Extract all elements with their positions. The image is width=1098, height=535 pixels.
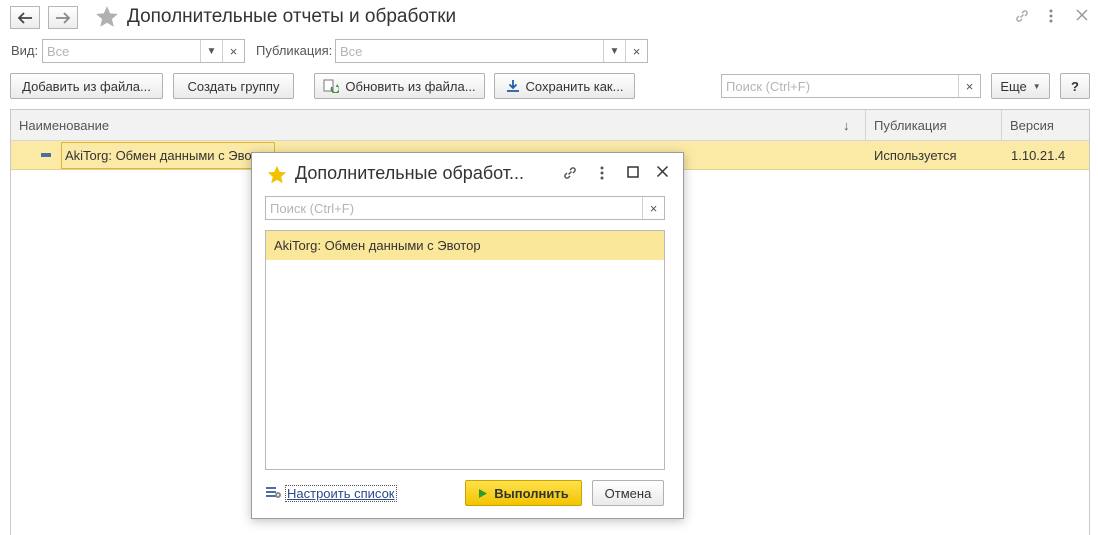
cancel-label: Отмена [604, 485, 652, 501]
clear-search-icon[interactable]: × [958, 75, 980, 97]
chevron-down-icon[interactable]: ▼ [200, 40, 222, 62]
publication-value: Все [340, 43, 363, 59]
update-file-icon [323, 79, 340, 93]
save-as-button[interactable]: Сохранить как... [494, 73, 635, 99]
help-label: ? [1071, 78, 1079, 94]
kind-label: Вид: [11, 43, 39, 58]
arrow-right-icon [56, 11, 71, 24]
execute-label: Выполнить [494, 485, 569, 501]
update-from-file-button[interactable]: Обновить из файла... [314, 73, 485, 99]
kind-select[interactable]: Все ▼ × [42, 39, 245, 63]
update-from-file-label: Обновить из файла... [345, 78, 476, 94]
chevron-down-icon[interactable]: ▼ [603, 40, 625, 62]
add-from-file-label: Добавить из файла... [22, 78, 151, 94]
arrow-left-icon [17, 11, 32, 24]
play-icon [479, 488, 488, 498]
row-publication-cell: Используется [874, 148, 957, 163]
favorite-star-icon[interactable] [94, 4, 120, 33]
search-input[interactable]: Поиск (Ctrl+F) × [721, 74, 981, 98]
link-icon[interactable] [1014, 8, 1030, 28]
maximize-icon[interactable] [627, 165, 639, 182]
page-title: Дополнительные отчеты и обработки [127, 6, 457, 27]
clear-icon[interactable]: × [222, 40, 244, 62]
forward-button[interactable] [48, 6, 78, 29]
column-header-version[interactable]: Версия [1002, 110, 1090, 141]
add-from-file-button[interactable]: Добавить из файла... [10, 73, 163, 99]
favorite-star-icon[interactable] [266, 164, 288, 189]
sort-down-arrow-icon: ↓ [843, 118, 850, 133]
close-icon[interactable] [656, 165, 669, 182]
more-label: Еще [1000, 78, 1027, 94]
save-as-label: Сохранить как... [525, 78, 624, 94]
table-header: Наименование ↓ Публикация Версия [11, 110, 1089, 141]
kind-value: Все [47, 43, 70, 59]
cancel-button[interactable]: Отмена [592, 480, 664, 506]
processing-dialog: Дополнительные обработ... Поиск (Ctrl+F)… [251, 152, 684, 519]
column-header-name[interactable]: Наименование [11, 110, 865, 141]
clear-icon[interactable]: × [625, 40, 647, 62]
download-icon [506, 80, 519, 92]
execute-button[interactable]: Выполнить [465, 480, 582, 506]
close-icon[interactable] [1075, 8, 1089, 26]
item-marker-icon [41, 153, 51, 157]
list-settings-icon[interactable] [265, 485, 282, 503]
more-vertical-icon[interactable] [1049, 8, 1053, 28]
row-name-cell[interactable]: AkiTorg: Обмен данными с Эвотор [61, 142, 275, 169]
dialog-search-placeholder: Поиск (Ctrl+F) [270, 200, 355, 216]
help-button[interactable]: ? [1060, 73, 1090, 99]
more-vertical-icon[interactable] [600, 165, 604, 185]
row-version-cell: 1.10.21.4 [1011, 148, 1066, 163]
dialog-title: Дополнительные обработ... [295, 163, 525, 183]
more-button[interactable]: Еще ▼ [991, 73, 1050, 99]
clear-search-icon[interactable]: × [642, 197, 664, 219]
create-group-label: Создать группу [187, 78, 280, 94]
search-placeholder: Поиск (Ctrl+F) [726, 78, 811, 94]
link-icon[interactable] [562, 165, 578, 185]
list-item[interactable]: AkiTorg: Обмен данными с Эвотор [266, 231, 664, 260]
chevron-down-icon: ▼ [1032, 81, 1041, 91]
publication-label: Публикация: [256, 43, 333, 58]
publication-select[interactable]: Все ▼ × [335, 39, 648, 63]
configure-list-link[interactable]: Настроить список [285, 485, 397, 502]
dialog-search-input[interactable]: Поиск (Ctrl+F) × [265, 196, 665, 220]
back-button[interactable] [10, 6, 40, 29]
processing-list[interactable]: AkiTorg: Обмен данными с Эвотор [265, 230, 665, 470]
create-group-button[interactable]: Создать группу [173, 73, 294, 99]
column-header-publication[interactable]: Публикация [866, 110, 1000, 141]
